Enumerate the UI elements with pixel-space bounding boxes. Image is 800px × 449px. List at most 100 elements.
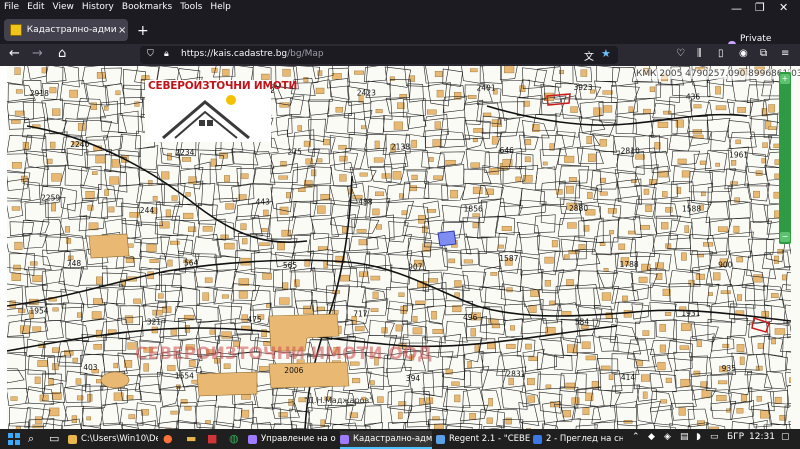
tab-close-icon[interactable]: × — [116, 25, 128, 36]
building — [586, 136, 593, 144]
building — [93, 298, 103, 305]
sidebar-icon[interactable]: ▯ — [718, 48, 724, 59]
new-tab-button[interactable]: + — [137, 23, 149, 39]
taskbar-explorer[interactable]: C:\Users\Win10\Desk... — [68, 431, 158, 447]
forward-button[interactable]: → — [32, 46, 43, 61]
building — [753, 274, 763, 283]
cadastral-map[interactable]: 2918284824022423240139234362240223427521… — [0, 66, 800, 429]
tray-app-icon-2[interactable]: ◈ — [664, 432, 671, 442]
app-pinned-icon[interactable]: ■ — [207, 432, 217, 445]
network-icon[interactable]: ▤ — [680, 432, 689, 442]
building — [224, 175, 230, 183]
building — [768, 126, 777, 130]
selected-parcel[interactable] — [437, 230, 457, 247]
home-button[interactable]: ⌂ — [58, 46, 66, 61]
account-icon[interactable]: ◉ — [739, 48, 748, 59]
tray-chevron-icon[interactable]: ⌃ — [632, 432, 640, 442]
menu-history[interactable]: History — [78, 2, 118, 12]
menu-help[interactable]: Help — [206, 2, 235, 12]
building — [76, 312, 82, 318]
lock-icon[interactable]: 🔒︎ — [164, 49, 169, 59]
menu-file[interactable]: File — [0, 2, 23, 12]
parcel-number-label: 1554 — [175, 372, 194, 381]
building — [454, 280, 462, 287]
building — [525, 343, 532, 350]
back-button[interactable]: ← — [9, 46, 20, 61]
building — [411, 139, 417, 148]
building — [643, 188, 650, 195]
building — [677, 158, 687, 165]
parcel-number-label: 717 — [353, 309, 368, 318]
keyboard-language[interactable]: БГР — [727, 432, 744, 442]
bookmark-star-icon[interactable]: ★ — [601, 47, 611, 60]
taskbar-cadastre[interactable]: Кадастрално-адми... — [340, 431, 432, 449]
taskbar-regent[interactable]: Regent 2.1 - "СЕВЕРО... — [436, 431, 530, 447]
tracking-shield-icon[interactable]: ⛉ — [147, 49, 154, 59]
zoom-out-button[interactable]: − — [780, 232, 790, 242]
building — [581, 341, 591, 349]
folder-pinned-icon[interactable]: ▬ — [186, 432, 196, 445]
pocket-icon[interactable]: ♡ — [676, 48, 685, 59]
chrome-icon[interactable]: ◍ — [229, 432, 239, 445]
menu-bookmarks[interactable]: Bookmarks — [118, 2, 176, 12]
building — [412, 327, 423, 335]
app-menu-icon[interactable]: ≡ — [781, 48, 789, 59]
cadastral-map-svg[interactable]: 2918284824022423240139234362240223427521… — [0, 66, 800, 429]
parcel-number-label: 488 — [358, 197, 373, 206]
building — [715, 162, 720, 167]
building — [108, 206, 115, 213]
tray-app-icon[interactable]: ◆ — [648, 432, 655, 442]
url-text[interactable]: https://kais.cadastre.bg/bg/Map — [181, 49, 324, 59]
building-block-4 — [88, 233, 130, 259]
building — [688, 279, 695, 286]
building — [377, 396, 384, 403]
building — [737, 107, 746, 113]
library-icon[interactable]: ⫼ — [697, 48, 702, 59]
private-browser-icon-2 — [340, 434, 349, 444]
building-block-2 — [196, 371, 258, 397]
building — [205, 420, 211, 424]
map-viewport[interactable]: 2918284824022423240139234362240223427521… — [0, 66, 800, 429]
building — [678, 407, 686, 416]
building — [681, 170, 690, 178]
building — [753, 190, 760, 198]
building — [147, 180, 153, 185]
firefox-icon[interactable]: ● — [163, 432, 173, 445]
window-close-button[interactable]: ✕ — [779, 1, 788, 14]
parcel-number-label: 2831 — [506, 369, 525, 378]
building — [472, 186, 483, 195]
building — [95, 155, 106, 164]
tab-cadastre[interactable]: Кадастрално-административна × — [4, 19, 128, 41]
volume-icon[interactable]: ◗ — [696, 432, 701, 442]
notifications-icon[interactable]: ▢ — [781, 432, 790, 442]
battery-icon[interactable]: ▭ — [710, 432, 719, 442]
building — [259, 242, 270, 246]
building — [768, 104, 776, 113]
building — [567, 222, 577, 229]
building — [361, 125, 367, 130]
extensions-icon[interactable]: ⧉ — [760, 48, 767, 59]
restore-button[interactable]: ❐ — [755, 1, 765, 14]
menu-edit[interactable]: Edit — [23, 2, 48, 12]
clock[interactable]: 12:31 — [749, 432, 775, 442]
building — [498, 244, 504, 249]
building — [14, 241, 23, 250]
zoom-in-button[interactable]: + — [780, 74, 790, 84]
search-icon[interactable]: ⌕ — [28, 432, 34, 446]
translate-icon[interactable]: 文 — [584, 48, 594, 63]
menu-view[interactable]: View — [49, 2, 78, 12]
building — [51, 173, 62, 182]
task-view-icon[interactable]: ▭ — [49, 432, 59, 445]
taskbar-offers[interactable]: Управление на офер... — [248, 431, 336, 447]
taskbar-photos[interactable]: 2 - Преглед на сним... — [533, 431, 623, 447]
building — [451, 381, 460, 386]
url-bar[interactable]: ⛉ 🔒︎ https://kais.cadastre.bg/bg/Map 文 ★ — [140, 46, 618, 64]
building — [401, 210, 408, 216]
minimize-button[interactable]: — — [731, 2, 742, 15]
building — [282, 68, 291, 77]
windows-start-icon[interactable] — [8, 433, 20, 445]
menu-tools[interactable]: Tools — [176, 2, 206, 12]
parcel-number-label: 394 — [406, 374, 421, 383]
building — [238, 194, 247, 200]
building — [506, 343, 516, 349]
